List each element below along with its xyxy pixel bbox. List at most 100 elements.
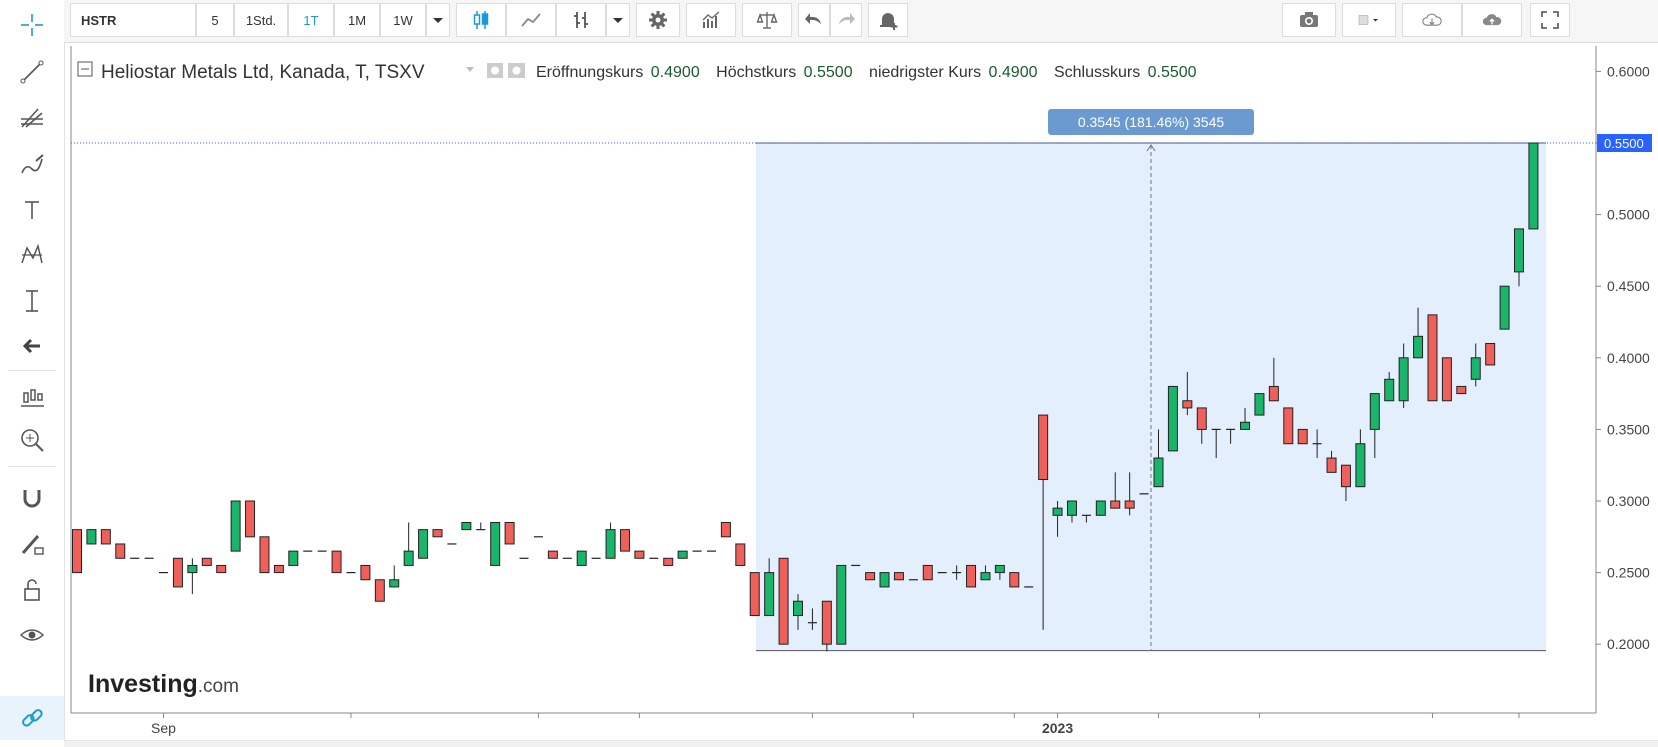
watermark-logo: Investing.com — [88, 670, 239, 698]
candle-body — [1499, 285, 1510, 330]
candle — [172, 557, 183, 588]
candle-body — [360, 564, 371, 581]
candle — [1297, 428, 1308, 445]
candle-body — [490, 521, 501, 566]
candle — [432, 529, 443, 538]
candle-body — [980, 572, 991, 581]
candle-body — [1283, 407, 1294, 445]
candle-body — [1384, 378, 1395, 402]
candle-body — [1009, 572, 1020, 588]
candle-body — [1456, 385, 1467, 395]
candle — [619, 529, 630, 552]
candle — [201, 557, 212, 566]
candle — [490, 521, 501, 566]
candle-body — [966, 564, 977, 588]
candle — [1485, 342, 1496, 366]
candle — [1254, 393, 1265, 416]
y-tick-label: 0.5000 — [1607, 207, 1650, 223]
y-tick-label: 0.6000 — [1607, 63, 1650, 79]
candle-body — [100, 529, 111, 545]
candle — [403, 522, 414, 566]
candle — [966, 564, 977, 588]
candle-body — [1240, 421, 1251, 430]
open-value: 0.4900 — [651, 64, 700, 81]
candle-body — [821, 600, 832, 645]
candle — [374, 579, 385, 602]
legend-dropdown-icon[interactable] — [466, 67, 474, 72]
candle-body — [1427, 314, 1438, 402]
candle — [245, 500, 256, 538]
candle — [778, 557, 789, 645]
candle-body — [778, 557, 789, 645]
candle-body — [735, 543, 746, 566]
candle-body — [1254, 393, 1265, 416]
candle — [576, 550, 587, 566]
candle-body — [1110, 500, 1121, 509]
close-label: Schlusskurs — [1054, 64, 1140, 81]
candle-body — [677, 550, 688, 559]
candle-body — [1340, 464, 1351, 488]
candle-body — [836, 564, 847, 645]
candle — [879, 572, 890, 588]
candle-body — [374, 579, 385, 602]
candle — [230, 500, 241, 552]
candle — [100, 529, 111, 545]
candle-body — [1268, 385, 1279, 402]
candle-body — [216, 564, 227, 574]
candle — [1528, 142, 1539, 230]
candle-body — [576, 550, 587, 566]
candle-body — [187, 564, 198, 574]
candle-body — [461, 521, 472, 531]
candle-body — [201, 557, 212, 566]
price-chart[interactable]: 0.6000 0.5500 0.5000 0.4500 0.4000 0.3500 0.30… — [0, 0, 1658, 747]
candle-body — [1514, 228, 1524, 273]
candle-body — [922, 564, 933, 581]
x-tick-label: 2023 — [1042, 720, 1073, 736]
candle-body — [72, 529, 82, 574]
candle — [1283, 407, 1294, 445]
candle — [461, 521, 472, 531]
candle — [922, 564, 933, 581]
bottom-scrollbar[interactable] — [64, 741, 1658, 747]
candle — [605, 522, 616, 559]
candle-body — [403, 550, 414, 566]
candle-body — [634, 550, 645, 559]
candle — [1427, 314, 1438, 402]
candle-body — [115, 543, 126, 559]
candle-body — [893, 572, 904, 581]
candle-body — [288, 550, 299, 566]
candle-body — [1052, 507, 1063, 516]
y-tick-label: 0.3500 — [1607, 421, 1650, 437]
high-value: 0.5500 — [804, 64, 853, 81]
candle — [1095, 500, 1106, 516]
candle — [115, 543, 126, 559]
candle — [1167, 385, 1178, 452]
candle-body — [1413, 335, 1424, 359]
candle-body — [865, 572, 876, 581]
candle — [187, 558, 198, 595]
candle — [476, 522, 486, 531]
candle-body — [172, 557, 183, 588]
candle-body — [1167, 385, 1178, 452]
candle — [389, 565, 400, 588]
candle — [677, 550, 688, 559]
candle — [72, 529, 82, 574]
candle-body — [879, 572, 890, 588]
candle-body — [1470, 357, 1481, 380]
candle-body — [504, 521, 515, 545]
candle-body — [1326, 457, 1337, 473]
candle — [720, 521, 731, 538]
candle — [663, 557, 674, 566]
candle — [1499, 285, 1510, 330]
candle — [735, 543, 746, 566]
candle — [865, 572, 876, 581]
candle-body — [259, 536, 270, 574]
candle — [360, 564, 371, 581]
candle — [259, 536, 270, 574]
legend: Heliostar Metals Ltd, Kanada, T, TSXV Er… — [77, 61, 1197, 83]
candle-body — [1182, 400, 1193, 409]
candle — [288, 550, 299, 566]
high-label: Höchstkurs — [716, 64, 796, 81]
candle-body — [605, 529, 616, 559]
candle — [821, 600, 832, 652]
